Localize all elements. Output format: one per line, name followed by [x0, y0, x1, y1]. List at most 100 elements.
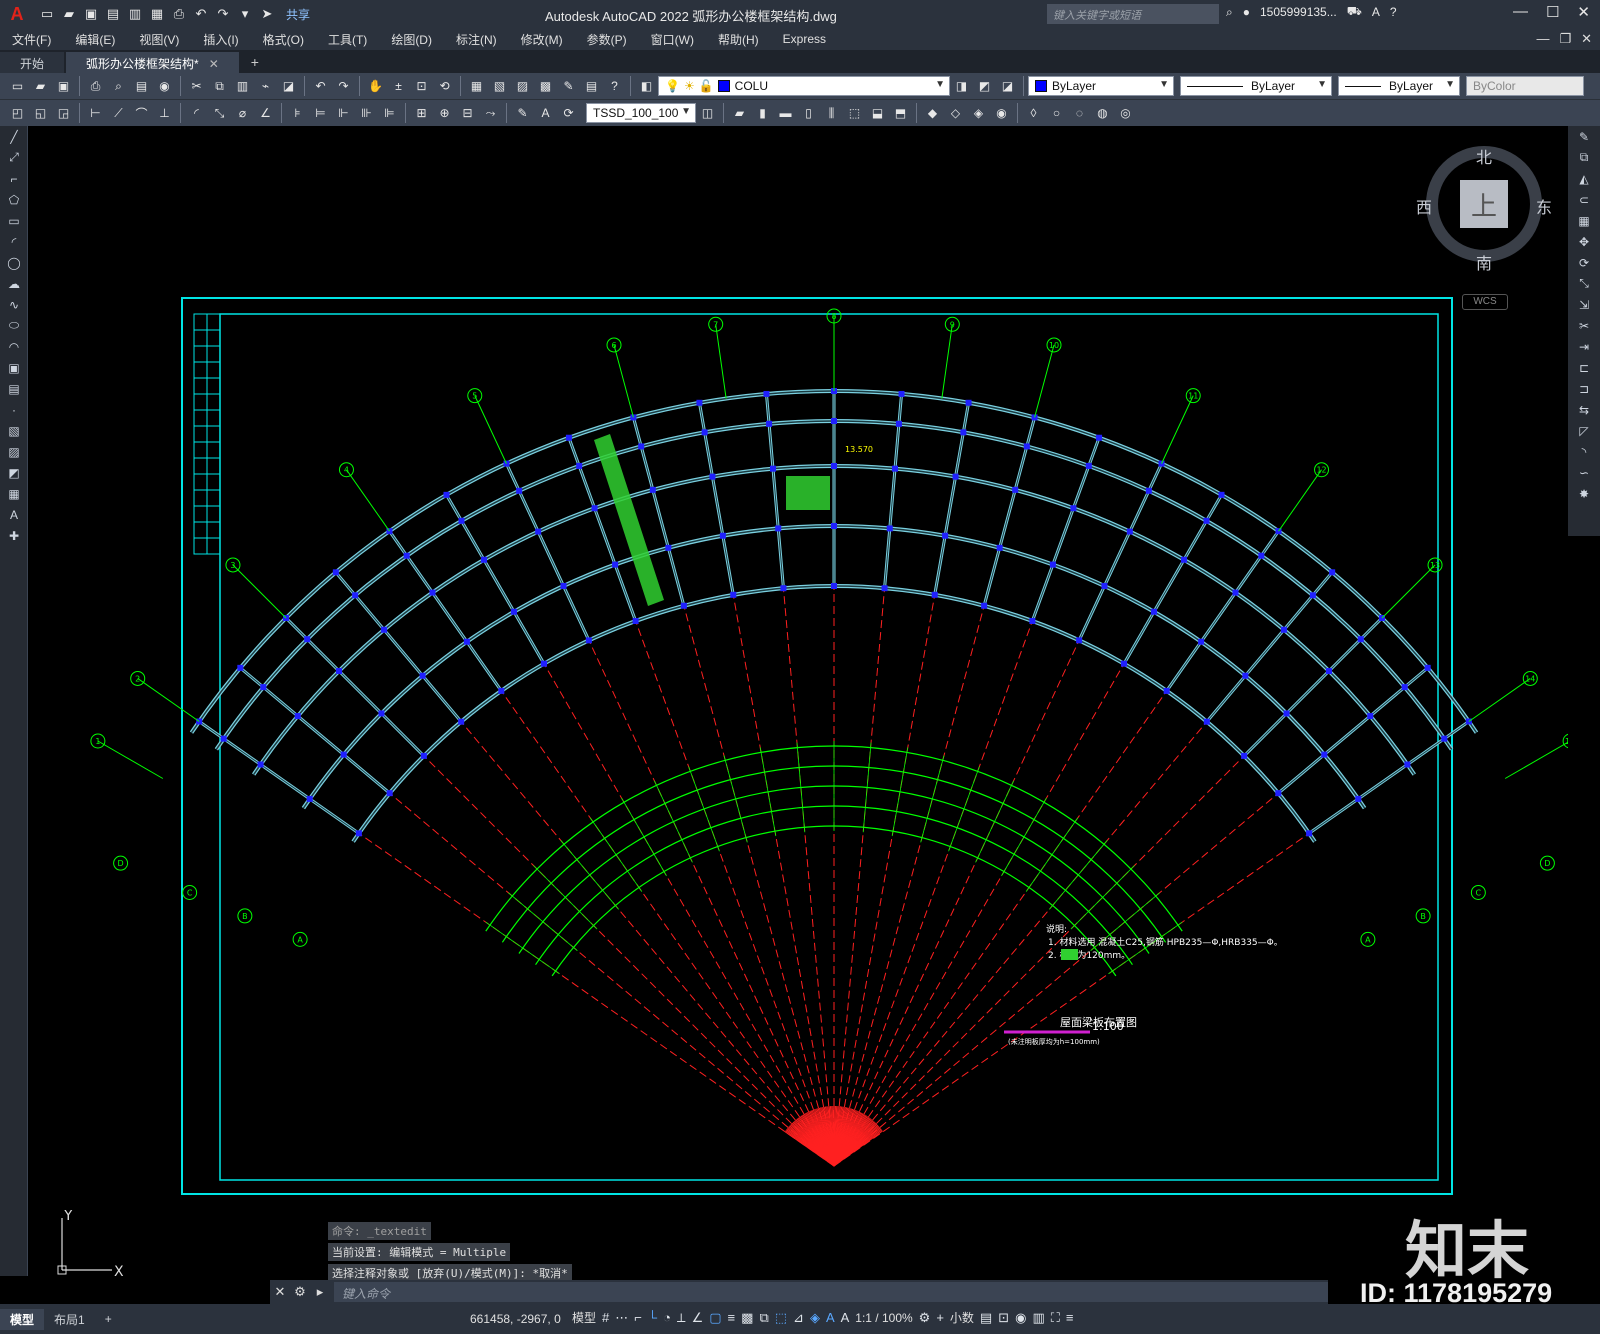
calculator-icon[interactable]: ▤ [582, 77, 601, 96]
tssd-foundation-icon[interactable]: ⬚ [845, 104, 864, 123]
markup-icon[interactable]: ✎ [559, 77, 578, 96]
center-mark-icon[interactable]: ⊕ [435, 104, 454, 123]
doc-close-icon[interactable]: ✕ [1581, 31, 1592, 47]
tab-drawing[interactable]: 弧形办公楼框架结构* ✕ [66, 52, 239, 73]
menu-draw[interactable]: 绘图(D) [379, 31, 444, 48]
polar-icon[interactable]: ◔ [663, 1310, 671, 1325]
dimstyle-manager-icon[interactable]: ◫ [698, 104, 717, 123]
tssd-column-icon[interactable]: ▮ [753, 104, 772, 123]
arc-length-icon[interactable]: ⌒ [132, 104, 151, 123]
publish-icon[interactable]: ▤ [132, 77, 151, 96]
rotate-icon[interactable]: ⟳ [1568, 252, 1600, 273]
ortho-icon[interactable]: └ [648, 1310, 657, 1325]
layer-dropdown[interactable]: 💡 ☀ 🔓 COLU ▼ [658, 76, 950, 96]
doc-restore-icon[interactable]: ❐ [1559, 31, 1571, 47]
menu-view[interactable]: 视图(V) [127, 31, 191, 48]
tssd-detail-icon[interactable]: ⬒ [891, 104, 910, 123]
quick-properties-icon[interactable]: ▤ [980, 1310, 992, 1326]
customization-icon[interactable]: ≡ [1066, 1310, 1074, 1325]
doc-minimize-icon[interactable]: — [1536, 31, 1549, 47]
graphics-performance-icon[interactable]: ▥ [1032, 1310, 1044, 1326]
menu-format[interactable]: 格式(O) [251, 31, 316, 48]
tssd-tool-6-icon[interactable]: ◈ [969, 104, 988, 123]
zoom-window-icon[interactable]: ⊡ [412, 77, 431, 96]
menu-window[interactable]: 窗口(W) [639, 31, 706, 48]
open-icon[interactable]: ▰ [60, 5, 78, 23]
tab-model[interactable]: 模型 [0, 1308, 45, 1330]
customize-dropdown-icon[interactable]: ▾ [236, 5, 254, 23]
units-button[interactable]: 小数 [950, 1309, 974, 1326]
tab-close-icon[interactable]: ✕ [209, 57, 219, 71]
tssd-tool-12-icon[interactable]: ◎ [1116, 104, 1135, 123]
layer-previous-icon[interactable]: ◩ [975, 77, 994, 96]
ordinate-dim-icon[interactable]: ⊥ [155, 104, 174, 123]
dynamic-input-icon[interactable]: ⌐ [634, 1310, 642, 1325]
save-icon[interactable]: ▣ [54, 77, 73, 96]
fillet-icon[interactable]: ◝ [1568, 441, 1600, 462]
dim-break-icon[interactable]: ⊫ [380, 104, 399, 123]
break-at-point-icon[interactable]: ⊏ [1568, 357, 1600, 378]
lineweight-icon[interactable]: ≡ [728, 1310, 736, 1325]
tssd-tool-7-icon[interactable]: ◉ [992, 104, 1011, 123]
construction-line-icon[interactable]: ⤢ [0, 147, 28, 168]
aligned-dim-icon[interactable]: ⟋ [109, 104, 128, 123]
design-center-icon[interactable]: ▧ [490, 77, 509, 96]
spline-icon[interactable]: ∿ [0, 294, 28, 315]
snap-icon[interactable]: ⋯ [615, 1310, 628, 1326]
command-customize-icon[interactable]: ⚙ [290, 1284, 310, 1300]
maximize-icon[interactable]: ☐ [1546, 3, 1559, 21]
qnew-icon[interactable]: ▭ [8, 77, 27, 96]
paste-icon[interactable]: ▥ [233, 77, 252, 96]
properties-icon[interactable]: ▦ [467, 77, 486, 96]
radius-dim-icon[interactable]: ◜ [187, 104, 206, 123]
menu-edit[interactable]: 编辑(E) [63, 31, 127, 48]
isolate-objects-icon[interactable]: ◉ [1015, 1310, 1026, 1326]
tssd-wall-icon[interactable]: ▯ [799, 104, 818, 123]
dim-update-icon[interactable]: ⟳ [559, 104, 578, 123]
dimstyle-dropdown[interactable]: TSSD_100_100 ▼ [586, 103, 696, 123]
dim-space-icon[interactable]: ⊪ [357, 104, 376, 123]
gradient-icon[interactable]: ▨ [0, 441, 28, 462]
menu-dimension[interactable]: 标注(N) [444, 31, 509, 48]
tssd-tool-5-icon[interactable]: ◇ [946, 104, 965, 123]
linetype-dropdown[interactable]: ByLayer ▼ [1180, 76, 1332, 96]
cut-icon[interactable]: ✂ [187, 77, 206, 96]
viewcube-top-face[interactable]: 上 [1460, 180, 1508, 228]
selection-filter-icon[interactable]: ◈ [810, 1310, 820, 1326]
blend-curves-icon[interactable]: ∽ [1568, 462, 1600, 483]
menu-tools[interactable]: 工具(T) [316, 31, 379, 48]
command-prompt-icon[interactable]: ▸ [310, 1284, 330, 1300]
help-icon[interactable]: ? [605, 77, 624, 96]
sheet-set-icon[interactable]: ▩ [536, 77, 555, 96]
save-as-icon[interactable]: ▤ [104, 5, 122, 23]
zoom-previous-icon[interactable]: ⟲ [435, 77, 454, 96]
lock-ui-icon[interactable]: ⊡ [998, 1310, 1009, 1326]
add-layout-button[interactable]: + [95, 1310, 122, 1328]
make-block-icon[interactable]: ▤ [0, 378, 28, 399]
3d-osnap-icon[interactable]: ⬚ [775, 1310, 787, 1326]
hatch-icon[interactable]: ▧ [0, 420, 28, 441]
undo-icon[interactable]: ↶ [311, 77, 330, 96]
chamfer-icon[interactable]: ◸ [1568, 420, 1600, 441]
new-tab-button[interactable]: + [241, 51, 269, 73]
tssd-tool-2-icon[interactable]: ◱ [31, 104, 50, 123]
model-space-button[interactable]: 模型 [572, 1309, 596, 1326]
undo-icon[interactable]: ↶ [192, 5, 210, 23]
compass-north[interactable]: 北 [1476, 144, 1492, 168]
workspace-icon[interactable]: ⚙ [919, 1310, 931, 1326]
match-properties-icon[interactable]: ⌁ [256, 77, 275, 96]
tssd-tool-9-icon[interactable]: ○ [1047, 104, 1066, 123]
join-icon[interactable]: ⇆ [1568, 399, 1600, 420]
tssd-stair-icon[interactable]: ⬓ [868, 104, 887, 123]
new-icon[interactable]: ▭ [38, 5, 56, 23]
arc-icon[interactable]: ◜ [0, 231, 28, 252]
search-input[interactable]: 键入关键字或短语 [1047, 4, 1219, 24]
angular-dim-icon[interactable]: ∠ [256, 104, 275, 123]
polygon-icon[interactable]: ⬠ [0, 189, 28, 210]
cursor-coordinates[interactable]: 661458, -2967, 0 [470, 1312, 561, 1326]
isodraft-icon[interactable]: ⟂ [677, 1310, 686, 1326]
save-icon[interactable]: ▣ [82, 5, 100, 23]
close-icon[interactable]: ✕ [1577, 3, 1590, 21]
dim-text-edit-icon[interactable]: A [536, 104, 555, 123]
explode-icon[interactable]: ✸ [1568, 483, 1600, 504]
